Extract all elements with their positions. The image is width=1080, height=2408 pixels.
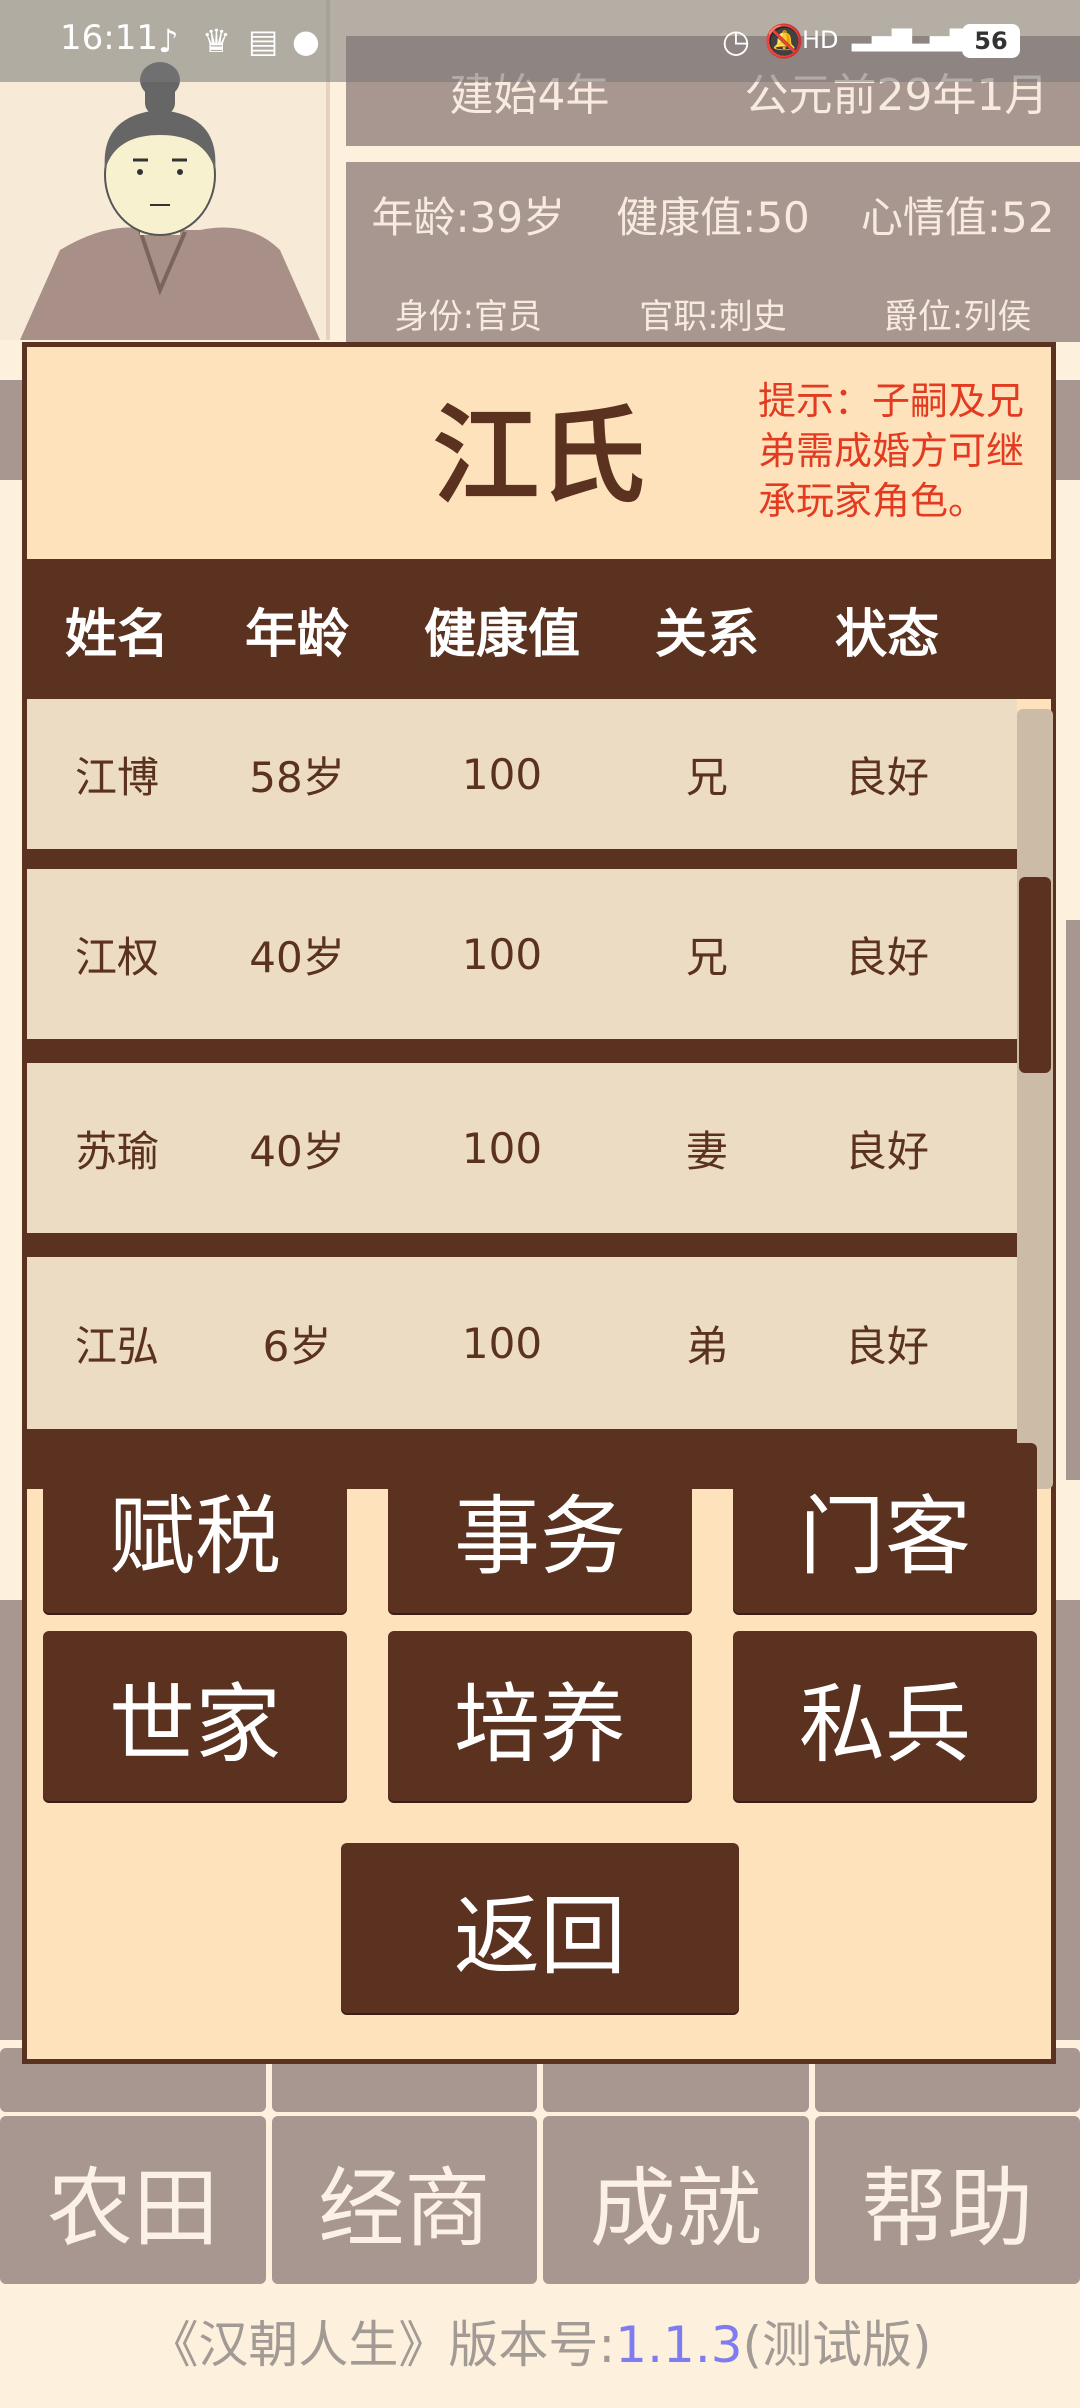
member-name: 苏瑜 <box>74 1126 159 1176</box>
inheritance-hint: 提示：子嗣及兄弟需成婚方可继承玩家角色。 <box>758 379 1025 523</box>
footer-prefix: 《汉朝人生》版本号: <box>148 2316 616 2374</box>
dialog-title-area: 江氏 提示：子嗣及兄弟需成婚方可继承玩家角色。 <box>32 352 1046 564</box>
cultivate-button[interactable]: 培养 <box>388 1631 692 1801</box>
health-stat: 健康值:50 <box>616 193 810 242</box>
family-dialog: 江氏 提示：子嗣及兄弟需成婚方可继承玩家角色。 姓名 年龄 健康值 关系 状态 … <box>22 342 1056 2064</box>
member-age: 40岁 <box>249 932 345 982</box>
table-row[interactable]: 江博 58岁 100 兄 良好 <box>27 699 1017 849</box>
member-health: 100 <box>461 1318 543 1368</box>
status-bar: 16:11 ♪ ♛ ▤ ● ◷ 🔕 HD ▂▄▆ ▂▄▆ 56 <box>0 0 1080 82</box>
5g-signal-icon: ▂▄▆ <box>852 22 912 52</box>
member-status: 良好 <box>844 1321 929 1371</box>
hd-icon: HD <box>802 26 839 54</box>
column-status: 状态 <box>834 604 939 665</box>
chat-icon: ● <box>292 22 320 60</box>
member-relation: 弟 <box>685 1321 728 1371</box>
member-status: 良好 <box>844 1126 929 1176</box>
family-table-header: 姓名 年龄 健康值 关系 状态 <box>27 559 1051 699</box>
member-age: 58岁 <box>249 752 345 802</box>
member-name: 江博 <box>74 752 159 802</box>
alarm-icon: ◷ <box>722 22 750 60</box>
office-stat: 官职:刺史 <box>639 297 787 337</box>
bottom-nav: 农田 经商 成就 帮助 <box>0 2116 1080 2284</box>
bg-scrollbar <box>1066 920 1080 1480</box>
table-row[interactable]: 江权 40岁 100 兄 良好 <box>27 869 1017 1039</box>
list-scrollbar[interactable] <box>1017 709 1053 1489</box>
member-name: 江权 <box>74 932 159 982</box>
column-health: 健康值 <box>423 604 580 665</box>
status-time: 16:11 <box>60 18 158 58</box>
bg-menu-edge-left-2 <box>0 1600 22 2040</box>
member-health: 100 <box>461 1123 543 1173</box>
music-icon: ♪ <box>158 22 179 60</box>
version-footer: 《汉朝人生》版本号:1.1.3(测试版) <box>0 2300 1080 2390</box>
column-age: 年龄 <box>244 604 349 665</box>
crown-icon: ♛ <box>202 22 231 60</box>
member-health: 100 <box>461 929 543 979</box>
member-status: 良好 <box>844 932 929 982</box>
4g-signal-icon: ▂▄▆ <box>910 22 970 52</box>
member-relation: 兄 <box>685 932 728 982</box>
card-icon: ▤ <box>248 22 279 60</box>
identity-stat: 身份:官员 <box>394 297 543 337</box>
farmland-button[interactable]: 农田 <box>0 2116 266 2284</box>
mood-stat: 心情值:52 <box>860 193 1055 242</box>
trade-button[interactable]: 经商 <box>271 2116 537 2284</box>
member-name: 江弘 <box>74 1321 159 1371</box>
tax-button[interactable]: 赋税 <box>43 1443 347 1613</box>
list-scrollbar-thumb[interactable] <box>1019 877 1051 1073</box>
age-stat: 年龄:39岁 <box>371 193 566 242</box>
mute-icon: 🔕 <box>764 22 804 60</box>
member-age: 6岁 <box>262 1321 332 1371</box>
column-name: 姓名 <box>64 604 169 665</box>
rank-stat: 爵位:列侯 <box>883 297 1032 337</box>
battery-icon: 56 <box>962 24 1020 58</box>
help-button[interactable]: 帮助 <box>814 2116 1080 2284</box>
bg-menu-edge-right-2 <box>1056 1600 1080 2040</box>
retainers-button[interactable]: 门客 <box>733 1443 1037 1613</box>
version-number: 1.1.3 <box>615 2316 743 2374</box>
member-status: 良好 <box>844 752 929 802</box>
table-row[interactable]: 苏瑜 40岁 100 妻 良好 <box>27 1063 1017 1233</box>
footer-suffix: (测试版) <box>742 2316 932 2374</box>
back-button[interactable]: 返回 <box>341 1843 739 2013</box>
bg-menu-edge-left <box>0 380 22 480</box>
private-army-button[interactable]: 私兵 <box>733 1631 1037 1801</box>
member-relation: 兄 <box>685 752 728 802</box>
table-row[interactable]: 江弘 6岁 100 弟 良好 <box>27 1257 1017 1429</box>
clans-button[interactable]: 世家 <box>43 1631 347 1801</box>
achievements-button[interactable]: 成就 <box>543 2116 809 2284</box>
affairs-button[interactable]: 事务 <box>388 1443 692 1613</box>
family-member-list[interactable]: 江博 58岁 100 兄 良好 江权 40岁 100 兄 良好 苏瑜 40岁 1… <box>27 699 1017 1489</box>
member-age: 40岁 <box>249 1126 345 1176</box>
stats-panel: 年龄:39岁 健康值:50 心情值:52 身份:官员 官职:刺史 爵位:列侯 <box>346 162 1080 342</box>
member-health: 100 <box>461 749 543 799</box>
column-relation: 关系 <box>654 604 759 665</box>
bg-menu-edge-right <box>1056 380 1080 480</box>
member-relation: 妻 <box>685 1126 728 1176</box>
